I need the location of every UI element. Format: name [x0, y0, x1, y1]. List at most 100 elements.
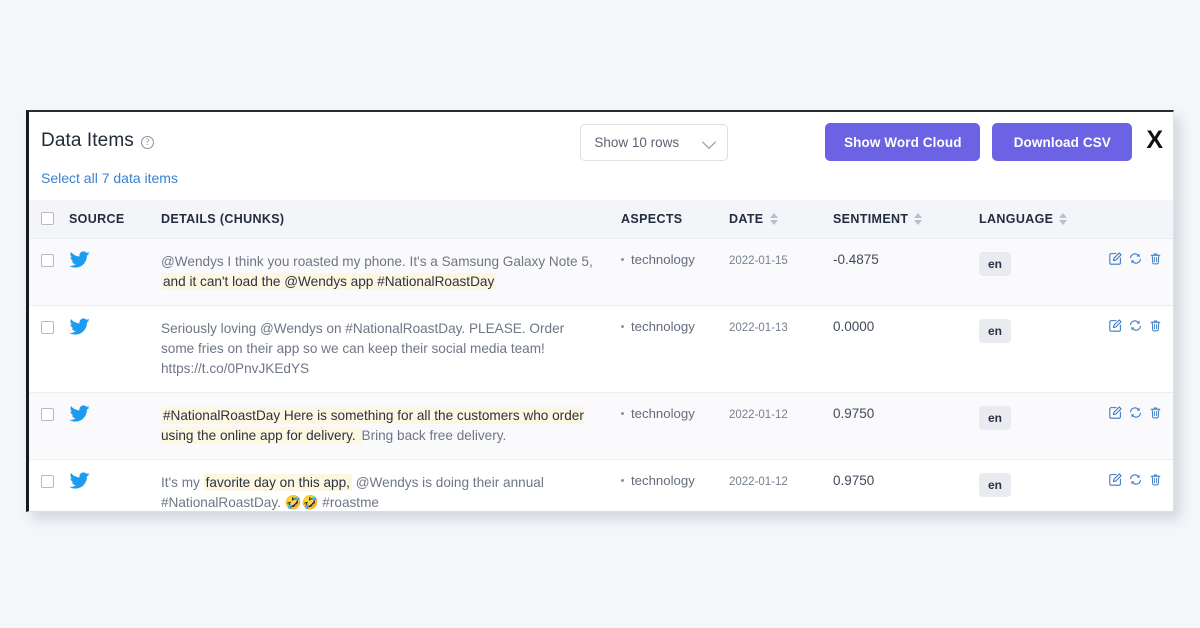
delete-icon[interactable]	[1149, 406, 1162, 419]
row-sentiment-value: -0.4875	[833, 251, 879, 267]
header-language-label: LANGUAGE	[979, 211, 1054, 226]
row-details-text: #NationalRoastDay Here is something for …	[161, 406, 599, 446]
table-body: @Wendys I think you roasted my phone. It…	[29, 238, 1173, 511]
twitter-icon[interactable]	[69, 471, 161, 490]
row-checkbox[interactable]	[41, 407, 54, 421]
row-select-cell	[29, 459, 69, 511]
table-header-row: SOURCE DETAILS (CHUNKS) ASPECTS DATE SEN…	[29, 200, 1173, 239]
row-actions-cell	[1109, 238, 1173, 305]
row-aspects-cell: technology	[621, 392, 729, 459]
refresh-icon[interactable]	[1129, 406, 1142, 419]
header-date[interactable]: DATE	[729, 200, 833, 239]
sort-language-icon[interactable]	[1059, 212, 1068, 225]
refresh-icon[interactable]	[1129, 473, 1142, 486]
twitter-icon[interactable]	[69, 404, 161, 423]
download-csv-button[interactable]: Download CSV	[992, 123, 1133, 161]
row-language-chip: en	[979, 251, 1012, 276]
row-details-cell: It's my favorite day on this app, @Wendy…	[161, 459, 621, 511]
row-sentiment-cell: 0.9750	[833, 392, 979, 459]
row-source-cell	[69, 305, 161, 392]
chevron-down-icon	[703, 135, 717, 149]
row-date-value: 2022-01-15	[729, 254, 788, 267]
bullet-icon	[621, 411, 624, 415]
data-items-table: SOURCE DETAILS (CHUNKS) ASPECTS DATE SEN…	[29, 200, 1173, 511]
row-select-cell	[29, 305, 69, 392]
row-aspect-label: technology	[631, 472, 695, 488]
panel-title-group: Data Items ?	[41, 130, 154, 152]
select-all-checkbox[interactable]	[41, 212, 54, 226]
rows-per-page-select[interactable]: Show 10 rows	[580, 123, 729, 161]
close-icon[interactable]: X	[1146, 128, 1163, 156]
header-sentiment[interactable]: SENTIMENT	[833, 200, 979, 239]
table-row[interactable]: It's my favorite day on this app, @Wendy…	[29, 459, 1173, 511]
edit-icon[interactable]	[1109, 251, 1122, 265]
row-sentiment-value: 0.0000	[833, 318, 875, 334]
row-details-cell: @Wendys I think you roasted my phone. It…	[161, 238, 621, 305]
row-sentiment-value: 0.9750	[833, 472, 875, 488]
twitter-icon[interactable]	[69, 250, 161, 269]
chunk-plain: @Wendys I think you roasted my phone. It…	[161, 253, 593, 269]
delete-icon[interactable]	[1149, 319, 1162, 332]
row-sentiment-cell: -0.4875	[833, 238, 979, 305]
row-aspects-cell: technology	[621, 238, 729, 305]
row-checkbox[interactable]	[41, 474, 54, 488]
refresh-icon[interactable]	[1129, 252, 1142, 265]
row-details-cell: #NationalRoastDay Here is something for …	[161, 392, 621, 459]
row-language-cell: en	[979, 392, 1109, 459]
row-aspects-cell: technology	[621, 459, 729, 511]
bullet-icon	[621, 257, 624, 261]
row-checkbox[interactable]	[41, 253, 54, 267]
header-source-label: SOURCE	[69, 211, 125, 226]
chunk-highlight: and it can't load the @Wendys app #Natio…	[161, 272, 497, 290]
row-date-cell: 2022-01-12	[729, 392, 833, 459]
rows-per-page-value: Show 10 rows	[594, 134, 680, 150]
row-details-text: Seriously loving @Wendys on #NationalRoa…	[161, 319, 599, 379]
delete-icon[interactable]	[1149, 473, 1162, 486]
row-select-cell	[29, 392, 69, 459]
edit-icon[interactable]	[1109, 318, 1122, 332]
app-background: Data Items ? Select all 7 data items Sho…	[0, 0, 1200, 628]
table-row[interactable]: Seriously loving @Wendys on #NationalRoa…	[29, 305, 1173, 392]
refresh-icon[interactable]	[1129, 319, 1142, 332]
row-date-value: 2022-01-12	[729, 408, 788, 421]
row-actions-cell	[1109, 392, 1173, 459]
table-row[interactable]: @Wendys I think you roasted my phone. It…	[29, 238, 1173, 305]
twitter-icon[interactable]	[69, 317, 161, 336]
chunk-highlight: favorite day on this app,	[203, 473, 352, 491]
edit-icon[interactable]	[1109, 405, 1122, 419]
row-language-cell: en	[979, 459, 1109, 511]
edit-icon[interactable]	[1109, 472, 1122, 486]
question-circle-icon[interactable]: ?	[140, 136, 154, 149]
row-source-cell	[69, 459, 161, 511]
row-date-cell: 2022-01-15	[729, 238, 833, 305]
table-row[interactable]: #NationalRoastDay Here is something for …	[29, 392, 1173, 459]
header-details[interactable]: DETAILS (CHUNKS)	[161, 200, 621, 239]
row-language-chip: en	[979, 318, 1012, 343]
header-details-label: DETAILS (CHUNKS)	[161, 211, 285, 226]
panel-header: Data Items ? Select all 7 data items Sho…	[29, 112, 1173, 200]
row-sentiment-cell: 0.9750	[833, 459, 979, 511]
row-source-cell	[69, 238, 161, 305]
show-word-cloud-button[interactable]: Show Word Cloud	[825, 123, 981, 161]
panel-toolbar: Show 10 rows Show Word Cloud Download CS…	[580, 123, 1163, 161]
table-header: SOURCE DETAILS (CHUNKS) ASPECTS DATE SEN…	[29, 200, 1173, 239]
header-aspects-label: ASPECTS	[621, 211, 683, 226]
bullet-icon	[621, 478, 624, 482]
header-actions	[1109, 200, 1173, 239]
sort-date-icon[interactable]	[769, 212, 778, 225]
row-checkbox[interactable]	[41, 320, 54, 334]
header-aspects[interactable]: ASPECTS	[621, 200, 729, 239]
row-details-text: @Wendys I think you roasted my phone. It…	[161, 252, 599, 292]
row-actions-cell	[1109, 459, 1173, 511]
chunk-plain: Bring back free delivery.	[361, 427, 507, 443]
row-language-cell: en	[979, 305, 1109, 392]
header-date-label: DATE	[729, 211, 764, 226]
header-source[interactable]: SOURCE	[69, 200, 161, 239]
header-language[interactable]: LANGUAGE	[979, 200, 1109, 239]
row-aspect-label: technology	[631, 251, 695, 267]
select-all-link[interactable]: Select all 7 data items	[41, 170, 178, 186]
row-aspects-cell: technology	[621, 305, 729, 392]
delete-icon[interactable]	[1149, 252, 1162, 265]
sort-sentiment-icon[interactable]	[914, 212, 923, 225]
row-language-chip: en	[979, 472, 1012, 497]
